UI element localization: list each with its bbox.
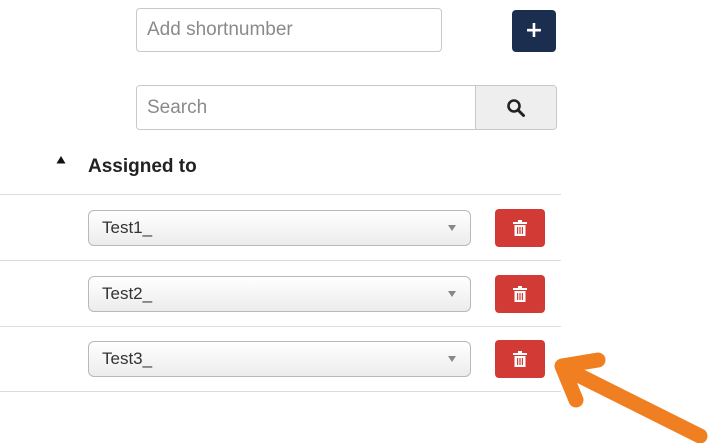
assigned-select-1[interactable]: Test1_ — [88, 210, 471, 246]
trash-icon — [513, 286, 527, 302]
delete-button-1[interactable] — [495, 209, 545, 247]
column-header-assigned-to[interactable]: Assigned to — [88, 155, 197, 179]
trash-icon — [513, 351, 527, 367]
row-divider — [0, 194, 561, 195]
delete-button-2[interactable] — [495, 275, 545, 313]
trash-icon — [513, 220, 527, 236]
add-shortnumber-button[interactable]: + — [512, 10, 556, 52]
delete-button-3[interactable] — [495, 340, 545, 378]
shortnumber-panel: + Assigned to Test1_ Tes — [0, 0, 709, 443]
row-divider — [0, 260, 561, 261]
search-icon — [507, 98, 525, 117]
add-shortnumber-input[interactable] — [136, 8, 442, 52]
search-button[interactable] — [475, 86, 556, 129]
assigned-select-value: Test3_ — [102, 349, 153, 368]
row-divider — [0, 326, 561, 327]
search-input[interactable] — [137, 86, 475, 129]
assigned-select-3[interactable]: Test3_ — [88, 341, 471, 377]
chevron-down-icon — [448, 291, 456, 297]
assigned-select-2[interactable]: Test2_ — [88, 276, 471, 312]
caret-up-icon[interactable] — [56, 155, 66, 165]
search-group — [136, 85, 557, 130]
assigned-select-value: Test1_ — [102, 218, 153, 237]
chevron-down-icon — [448, 225, 456, 231]
assigned-select-value: Test2_ — [102, 284, 153, 303]
chevron-down-icon — [448, 356, 456, 362]
pointer-arrow-icon — [554, 352, 708, 443]
row-divider — [0, 391, 561, 392]
